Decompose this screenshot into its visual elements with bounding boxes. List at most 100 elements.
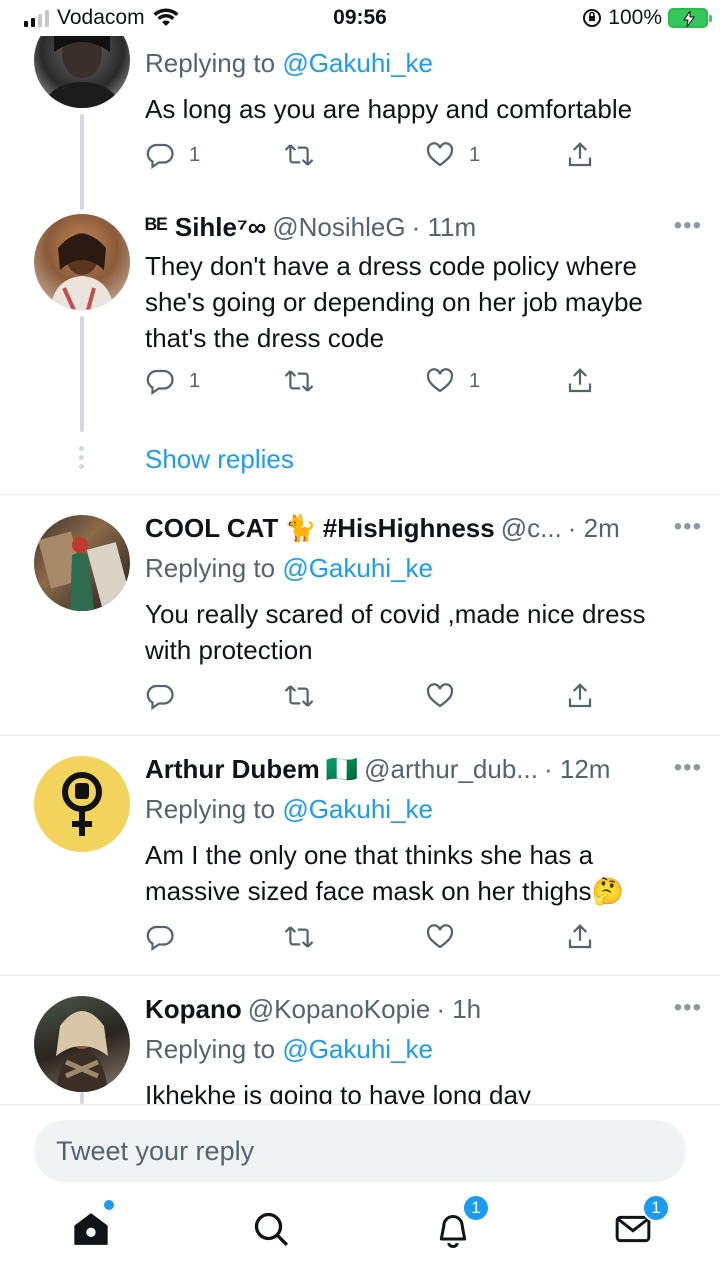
author-handle[interactable]: @arthur_dub... (364, 754, 538, 785)
tweet-item[interactable]: COOL CAT 🐈 #HisHighness @c... · 2m ••• R… (0, 495, 720, 735)
reply-input[interactable]: Tweet your reply (34, 1120, 686, 1182)
author-name[interactable]: COOL CAT (145, 513, 278, 544)
tweet-header: Arthur Dubem 🇳🇬 @arthur_dub... · 12m (145, 754, 650, 785)
tweet-text: As long as you are happy and comfortable (145, 94, 633, 124)
replying-label: Replying to (145, 553, 276, 583)
show-replies-link[interactable]: Show replies (145, 444, 294, 475)
like-button[interactable] (425, 681, 455, 711)
nav-search[interactable] (246, 1204, 296, 1254)
reply-icon (146, 684, 174, 711)
thread-line (80, 316, 84, 432)
tweet-header: Kopano @KopanoKopie · 1h (145, 994, 650, 1025)
like-button[interactable]: 1 (425, 366, 480, 396)
thread-line (80, 114, 84, 210)
avatar[interactable] (34, 996, 130, 1092)
tweet-item[interactable]: ᴮᴱ Sihle⁷∞ @NosihleG · 11m ••• They don'… (0, 210, 720, 490)
author-handle[interactable]: @c... (501, 513, 562, 544)
more-icon[interactable]: ••• (674, 754, 702, 782)
reply-count: 1 (189, 369, 201, 392)
search-icon (254, 1212, 289, 1247)
reply-button[interactable] (145, 922, 175, 952)
reply-button[interactable] (145, 681, 175, 711)
like-button[interactable] (425, 922, 455, 952)
tweet-header: ᴮᴱ Sihle⁷∞ @NosihleG · 11m (145, 212, 650, 243)
nav-notifications[interactable]: 1 (428, 1194, 490, 1254)
tweet-text: Ikhekhe is going to have long day (145, 1080, 531, 1104)
battery-percent: 100% (608, 6, 662, 29)
status-right: 100% (582, 6, 712, 30)
more-icon[interactable]: ••• (674, 212, 702, 240)
author-name[interactable]: Kopano (145, 994, 242, 1025)
tweet-actions (145, 922, 605, 956)
tweet-time: · 1h (436, 994, 482, 1024)
retweet-button[interactable] (283, 681, 315, 711)
share-icon (568, 924, 592, 949)
share-button[interactable] (565, 922, 595, 952)
cat-emoji: 🐈 (284, 513, 317, 543)
replying-to-line: Replying to @Gakuhi_ke (145, 553, 433, 584)
retweet-button[interactable] (283, 140, 315, 170)
home-icon (74, 1213, 108, 1245)
like-icon (426, 368, 454, 393)
reply-button[interactable]: 1 (145, 366, 200, 396)
flag-emoji: 🇳🇬 (325, 754, 359, 784)
more-icon[interactable]: ••• (674, 513, 702, 541)
more-icon[interactable]: ••• (674, 994, 702, 1022)
tweet-header: COOL CAT 🐈 #HisHighness @c... · 2m (145, 513, 650, 544)
replying-mention-link[interactable]: @Gakuhi_ke (282, 1034, 433, 1064)
share-icon (568, 683, 592, 708)
replying-mention-link[interactable]: @Gakuhi_ke (282, 794, 433, 824)
like-icon (426, 683, 454, 708)
avatar[interactable] (34, 515, 130, 611)
author-handle[interactable]: @NosihleG (272, 212, 405, 243)
replying-mention-link[interactable]: @Gakuhi_ke (282, 48, 433, 78)
retweet-icon (284, 926, 314, 948)
share-icon (568, 368, 592, 393)
battery-icon (668, 8, 712, 28)
tweet-text: They don't have a dress code policy wher… (145, 251, 643, 353)
reply-composer-bar: Tweet your reply (0, 1104, 720, 1186)
like-button[interactable]: 1 (425, 140, 480, 170)
retweet-button[interactable] (283, 366, 315, 396)
tweet-actions: 1 1 (145, 366, 605, 400)
thread-line (80, 1092, 84, 1104)
home-new-dot (104, 1200, 114, 1210)
share-icon (568, 142, 592, 167)
retweet-icon (284, 370, 314, 392)
tweet-text: Am I the only one that thinks she has a … (145, 840, 624, 906)
replying-label: Replying to (145, 794, 276, 824)
author-name[interactable]: Arthur Dubem (145, 754, 320, 785)
tweet-time: · 11m (411, 212, 477, 242)
share-button[interactable] (565, 366, 595, 396)
nav-home[interactable] (66, 1200, 116, 1254)
reply-count: 1 (189, 143, 201, 166)
replying-to-line: Replying to @Gakuhi_ke (145, 1034, 433, 1065)
tweet-item[interactable]: Kopano @KopanoKopie · 1h ••• Replying to… (0, 976, 720, 1104)
thread-dots (79, 446, 85, 469)
replying-label: Replying to (145, 1034, 276, 1064)
retweet-button[interactable] (283, 922, 315, 952)
reply-button[interactable]: 1 (145, 140, 200, 170)
replying-to-line: Replying to @Gakuhi_ke (145, 794, 433, 825)
replying-to-line: Replying to @Gakuhi_ke (145, 48, 433, 79)
author-name[interactable]: ᴮᴱ Sihle⁷∞ (145, 212, 266, 243)
reply-icon (146, 369, 174, 396)
reply-feed[interactable]: Replying to @Gakuhi_ke As long as you ar… (0, 0, 720, 1104)
like-icon (426, 142, 454, 167)
retweet-icon (284, 144, 314, 166)
avatar[interactable] (34, 756, 130, 852)
avatar[interactable] (34, 214, 130, 310)
retweet-icon (284, 685, 314, 707)
share-button[interactable] (565, 140, 595, 170)
status-bar: Vodacom 09:56 100% (0, 0, 720, 36)
nav-messages[interactable]: 1 (608, 1194, 670, 1254)
notifications-badge: 1 (462, 1194, 490, 1222)
replying-label: Replying to (145, 48, 276, 78)
author-name-suffix[interactable]: #HisHighness (323, 513, 495, 544)
replying-mention-link[interactable]: @Gakuhi_ke (282, 553, 433, 583)
tweet-item[interactable]: Arthur Dubem 🇳🇬 @arthur_dub... · 12m •••… (0, 736, 720, 976)
share-button[interactable] (565, 681, 595, 711)
tweet-text: You really scared of covid ,made nice dr… (145, 599, 646, 665)
like-count: 1 (469, 369, 481, 392)
author-handle[interactable]: @KopanoKopie (248, 994, 431, 1025)
